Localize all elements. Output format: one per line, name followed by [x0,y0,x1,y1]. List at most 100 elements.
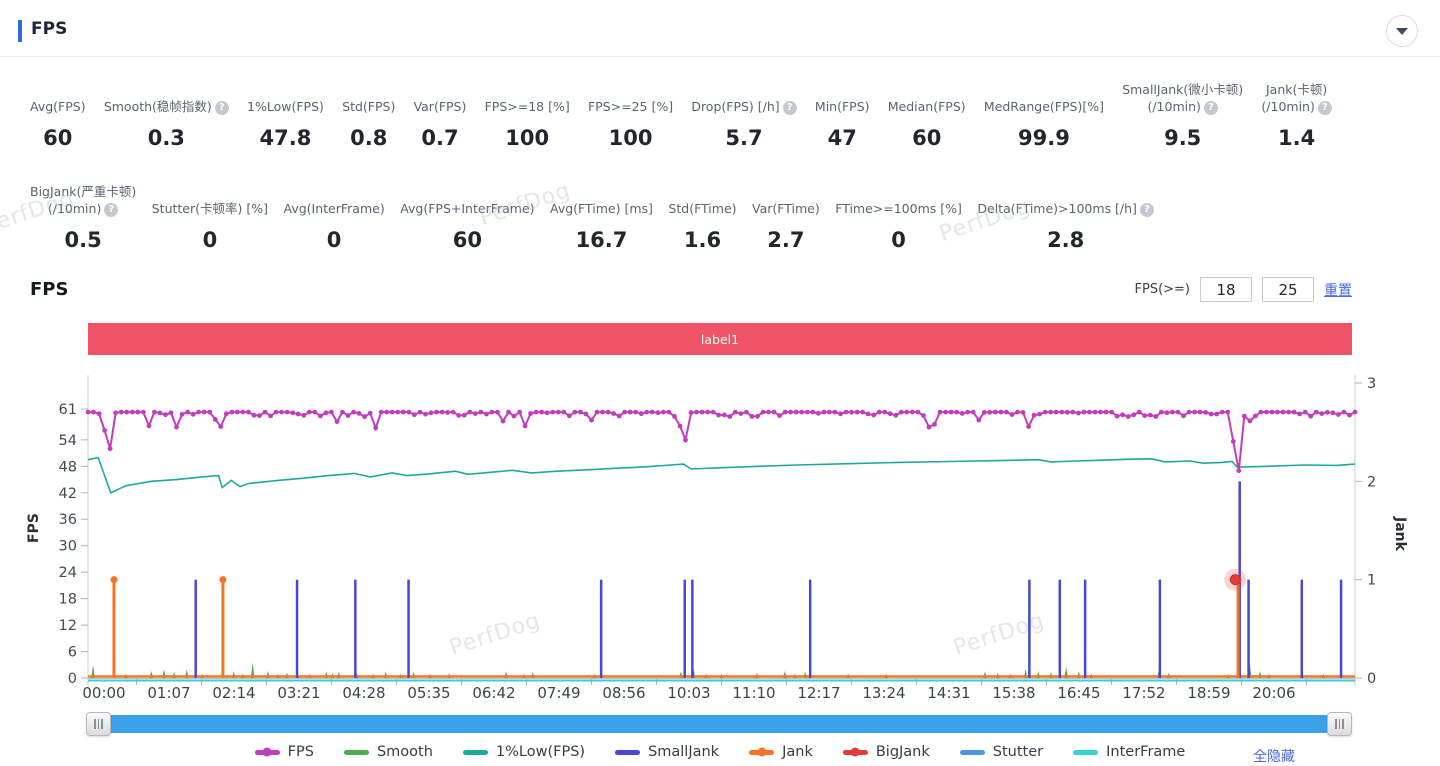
stat-label: 1%Low(FPS) [247,82,324,116]
fps-point [1308,414,1313,419]
fps-point [218,424,223,429]
stat-label: Var(FTime) [752,184,820,218]
fps-point [235,410,240,415]
fps-point [490,410,495,415]
fps-point [174,425,179,430]
fps-point [373,426,378,431]
legend-item-smooth[interactable]: Smooth [344,744,433,760]
stat-value: 16.7 [576,228,628,252]
fps-point [296,412,301,417]
fps-point [102,428,107,433]
fps-point [805,410,810,415]
fps-point [1314,410,1319,415]
fps-point [711,410,716,415]
help-icon[interactable]: ? [215,101,229,115]
legend-item-smalljank[interactable]: SmallJank [615,744,719,760]
legend-swatch-icon [749,750,774,755]
fps-threshold-label: FPS(>=) [1135,282,1191,297]
fps-point [290,410,295,415]
x-tick-label: 04:28 [342,684,385,702]
fps-point [379,410,384,415]
fps-point [1353,410,1358,415]
fps-point [750,414,755,419]
fps-point [523,424,528,429]
legend-item-1-low-fps-[interactable]: 1%Low(FPS) [463,744,585,760]
fps-point [799,410,804,415]
y-left-tick-label: 6 [68,645,77,661]
fps-point [1159,410,1164,415]
fps-point [965,410,970,415]
stat-item: FPS>=25 [%]100 [588,82,673,150]
fps-point [213,417,218,422]
stat-label: Std(FTime) [668,184,736,218]
fps-point [456,413,461,418]
fps-point [639,411,644,416]
fps-point [1165,410,1170,415]
fps-point [1048,410,1053,415]
fps-point [849,410,854,415]
chart-scrollbar-track[interactable] [88,715,1352,733]
fps-point [119,410,124,415]
scrollbar-left-handle[interactable] [86,712,111,736]
fps-point [1187,410,1192,415]
fps-threshold-input-low[interactable] [1200,277,1252,302]
fps-point [97,411,102,416]
fps-point [1220,410,1225,415]
stat-item: Avg(FPS+InterFrame)60 [400,184,534,252]
fps-point [329,410,334,415]
fps-point [113,410,118,415]
fps-point [429,410,434,415]
x-tick-label: 07:49 [537,684,580,702]
legend-item-interframe[interactable]: InterFrame [1073,744,1185,760]
help-icon[interactable]: ? [1318,101,1332,115]
fps-point [1032,413,1037,418]
help-icon[interactable]: ? [1140,203,1154,217]
scrollbar-right-handle[interactable] [1327,712,1352,736]
help-icon[interactable]: ? [783,101,797,115]
fps-point [152,410,157,415]
fps-point [595,410,600,415]
fps-point [340,410,345,415]
fps-point [1082,410,1087,415]
reset-link[interactable]: 重置 [1324,280,1352,300]
fps-point [279,410,284,415]
collapse-button[interactable] [1386,15,1418,47]
fps-panel: FPS Avg(FPS)60Smooth(稳帧指数)?0.31%Low(FPS)… [0,0,1440,766]
chart-canvas[interactable]: 615448423630241812603210FPSJank00:0001:0… [0,365,1440,713]
bigjank-point[interactable] [1230,575,1240,585]
x-tick-label: 17:52 [1122,684,1165,702]
x-tick-label: 15:38 [992,684,1035,702]
fps-point [86,410,91,415]
legend-item-bigjank[interactable]: BigJank [843,744,930,760]
fps-point [130,410,135,415]
fps-point [1148,413,1153,418]
hide-all-link[interactable]: 全隐藏 [1253,746,1295,766]
fps-point [462,413,467,418]
stat-label: Median(FPS) [888,82,966,116]
fps-point [584,412,589,417]
legend-item-stutter[interactable]: Stutter [960,744,1043,760]
fps-point [1231,439,1236,444]
fps-point [307,410,312,415]
fps-point [147,423,152,428]
fps-point [1059,410,1064,415]
fps-chart[interactable]: 615448423630241812603210FPSJank00:0001:0… [0,365,1440,713]
fps-point [512,414,517,419]
help-icon[interactable]: ? [104,203,118,217]
legend-item-fps[interactable]: FPS [255,744,314,760]
fps-point [644,410,649,415]
fps-point [1076,411,1081,416]
stat-value: 0 [891,228,906,252]
fps-point [689,410,694,415]
fps-point [440,410,445,415]
fps-point [1336,412,1341,417]
legend-item-jank[interactable]: Jank [749,744,813,760]
chart-label-banner[interactable]: label1 [88,323,1352,355]
fps-point [1115,414,1120,419]
fps-point [301,413,306,418]
help-icon[interactable]: ? [1204,101,1218,115]
x-tick-label: 02:14 [212,684,255,702]
fps-point [827,410,832,415]
fps-threshold-input-high[interactable] [1262,277,1314,302]
y-right-tick-label: 0 [1367,671,1376,687]
